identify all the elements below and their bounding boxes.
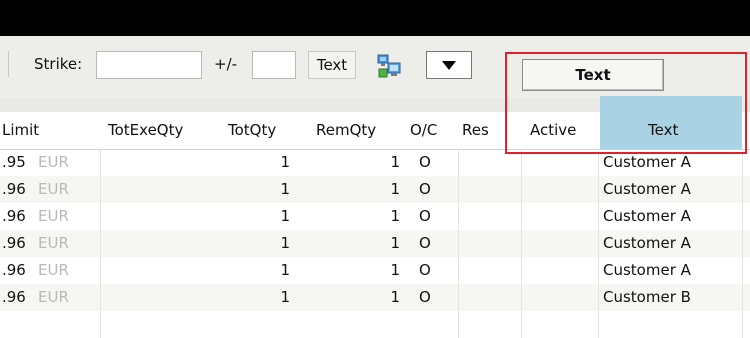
dropdown-button[interactable] [426, 51, 472, 79]
cell-oc: O [419, 180, 431, 198]
cell-currency: EUR [38, 207, 69, 225]
header-totexeqty[interactable]: TotExeQty [108, 112, 183, 149]
header-oc[interactable]: O/C [410, 112, 437, 149]
cell-limit: .96 [2, 180, 26, 198]
highlight-annotation-box [505, 52, 747, 154]
column-separator [742, 149, 743, 338]
cell-limit: .96 [2, 234, 26, 252]
plusminus-input[interactable] [252, 51, 296, 79]
cell-oc: O [419, 207, 431, 225]
header-res[interactable]: Res [462, 112, 489, 149]
cell-remqty: 1 [390, 180, 400, 198]
cell-text: Customer A [603, 234, 691, 252]
toolbar-separator [8, 51, 9, 77]
cell-totqty: 1 [280, 288, 290, 306]
strike-label: Strike: [34, 55, 83, 73]
cell-remqty: 1 [390, 153, 400, 171]
cell-remqty: 1 [390, 261, 400, 279]
cell-limit: .96 [2, 261, 26, 279]
column-separator [100, 149, 101, 338]
table-row[interactable]: .96 EUR 1 1 O Customer A [0, 176, 750, 203]
cell-oc: O [419, 288, 431, 306]
cell-limit: .96 [2, 207, 26, 225]
cell-oc: O [419, 261, 431, 279]
cell-text: Customer A [603, 261, 691, 279]
header-totqty[interactable]: TotQty [228, 112, 276, 149]
table-row[interactable]: .96 EUR 1 1 O Customer A [0, 203, 750, 230]
text-button[interactable]: Text [308, 51, 356, 79]
cell-oc: O [419, 153, 431, 171]
window-title-bar [0, 0, 750, 36]
header-remqty[interactable]: RemQty [316, 112, 376, 149]
cell-totqty: 1 [280, 207, 290, 225]
cell-oc: O [419, 234, 431, 252]
cell-remqty: 1 [390, 207, 400, 225]
header-limit[interactable]: Limit [2, 112, 39, 149]
cell-currency: EUR [38, 261, 69, 279]
plusminus-label: +/- [214, 55, 238, 73]
table-row[interactable]: .96 EUR 1 1 O Customer B [0, 284, 750, 311]
cell-totqty: 1 [280, 261, 290, 279]
column-separator [521, 149, 522, 338]
cell-totqty: 1 [280, 153, 290, 171]
cell-currency: EUR [38, 234, 69, 252]
cell-remqty: 1 [390, 288, 400, 306]
cell-text: Customer B [603, 288, 691, 306]
cell-limit: .96 [2, 288, 26, 306]
strike-input[interactable] [96, 51, 202, 79]
cell-totqty: 1 [280, 234, 290, 252]
table-row[interactable]: .96 EUR 1 1 O Customer A [0, 257, 750, 284]
cell-limit: .95 [2, 153, 26, 171]
cell-currency: EUR [38, 153, 69, 171]
column-separator [458, 149, 459, 338]
cell-totqty: 1 [280, 180, 290, 198]
cell-text: Customer A [603, 180, 691, 198]
cell-remqty: 1 [390, 234, 400, 252]
cell-text: Customer A [603, 207, 691, 225]
table-row[interactable]: .96 EUR 1 1 O Customer A [0, 230, 750, 257]
cell-currency: EUR [38, 180, 69, 198]
dropdown-arrow-icon [442, 60, 456, 70]
network-computer-icon[interactable] [376, 53, 402, 79]
cell-currency: EUR [38, 288, 69, 306]
column-separator [598, 149, 599, 338]
